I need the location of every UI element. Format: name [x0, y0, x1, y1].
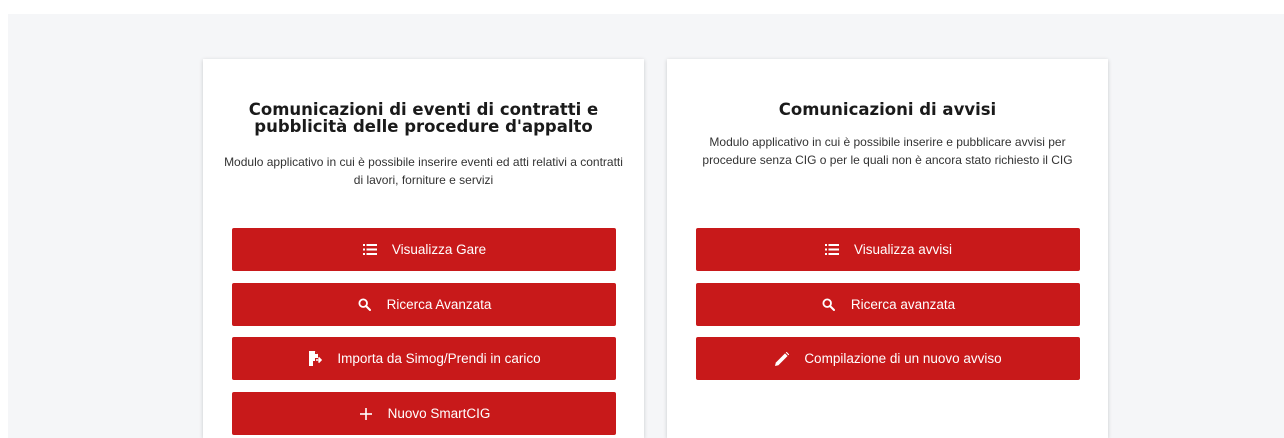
plus-icon	[358, 406, 374, 422]
advanced-search-notices-button[interactable]: Ricerca avanzata	[696, 283, 1080, 326]
card-title: Comunicazioni di eventi di contratti e p…	[248, 100, 599, 136]
advanced-search-button[interactable]: Ricerca Avanzata	[232, 283, 616, 326]
list-icon	[362, 242, 378, 258]
card-title: Comunicazioni di avvisi	[778, 100, 997, 119]
new-smartcig-button[interactable]: Nuovo SmartCIG	[232, 392, 616, 435]
button-label: Compilazione di un nuovo avviso	[804, 351, 1002, 366]
button-label: Ricerca Avanzata	[386, 297, 492, 312]
search-icon	[821, 297, 837, 313]
view-notices-button[interactable]: Visualizza avvisi	[696, 228, 1080, 271]
pencil-icon	[774, 351, 790, 367]
card-notices: Comunicazioni di avvisi Modulo applicati…	[667, 59, 1108, 438]
search-icon	[357, 297, 373, 313]
button-label: Visualizza Gare	[391, 242, 487, 257]
card-contract-events: Comunicazioni di eventi di contratti e p…	[203, 59, 644, 438]
card-description: Modulo applicativo in cui è possibile in…	[224, 155, 623, 187]
button-label: Visualizza avvisi	[853, 242, 953, 257]
card-description: Modulo applicativo in cui è possibile in…	[702, 135, 1073, 167]
new-notice-button[interactable]: Compilazione di un nuovo avviso	[696, 337, 1080, 380]
view-tenders-button[interactable]: Visualizza Gare	[232, 228, 616, 271]
button-label: Nuovo SmartCIG	[387, 406, 491, 421]
button-label: Ricerca avanzata	[850, 297, 956, 312]
import-simog-button[interactable]: Importa da Simog/Prendi in carico	[232, 337, 616, 380]
list-icon	[824, 242, 840, 258]
file-import-icon	[307, 351, 323, 367]
button-label: Importa da Simog/Prendi in carico	[337, 351, 541, 366]
